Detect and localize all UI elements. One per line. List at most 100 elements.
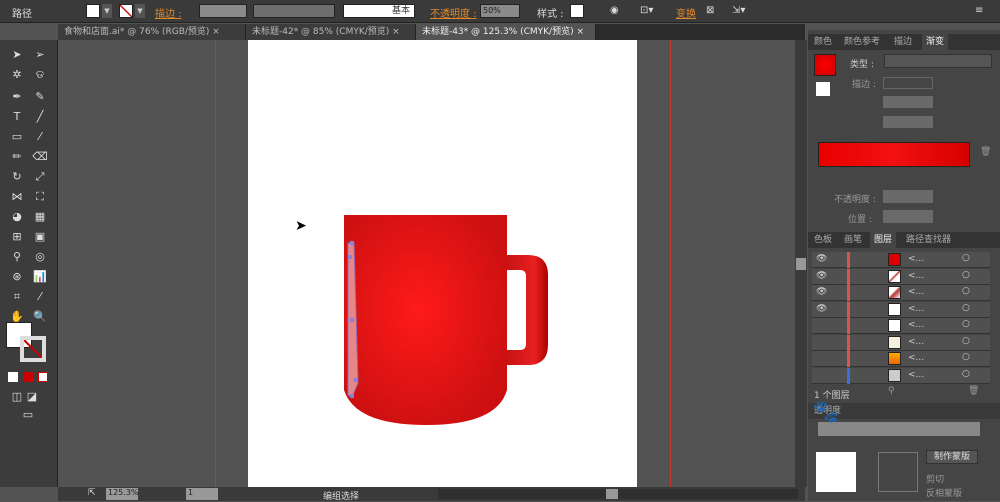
make-mask-button[interactable]: 制作蒙版: [926, 450, 978, 464]
vertical-scrollbar[interactable]: [795, 40, 807, 487]
target-circle-icon[interactable]: ○: [962, 319, 970, 329]
current-tool[interactable]: 编组选择: [323, 489, 359, 502]
blend-tool-icon[interactable]: ◎: [32, 250, 48, 264]
tab-color-guide[interactable]: 颜色参考: [840, 34, 884, 50]
pen-tool-icon[interactable]: ✒: [9, 90, 25, 104]
scroll-thumb[interactable]: [606, 489, 618, 499]
layer-row[interactable]: 👁 <... ○: [812, 285, 990, 301]
gradient-preview[interactable]: [814, 54, 836, 76]
layer-row[interactable]: <... ○: [812, 367, 990, 384]
direct-selection-tool-icon[interactable]: ➢: [32, 48, 48, 62]
layer-name[interactable]: <...: [908, 271, 924, 281]
layer-name[interactable]: <...: [908, 304, 924, 314]
target-circle-icon[interactable]: ○: [962, 352, 970, 362]
color-mode-button[interactable]: [8, 372, 18, 382]
stop-position-field[interactable]: [883, 210, 933, 223]
tab-swatches[interactable]: 色板: [810, 232, 836, 248]
layer-row[interactable]: 👁 <... ○: [812, 268, 990, 285]
tab-color[interactable]: 颜色: [810, 34, 836, 50]
visibility-eye-icon[interactable]: 👁: [816, 304, 827, 314]
panel-menu-icon[interactable]: ≡: [975, 5, 983, 16]
visibility-eye-icon[interactable]: 👁: [816, 271, 827, 281]
artboard-number-field[interactable]: 1: [186, 488, 218, 500]
isolate-icon[interactable]: ⊠: [706, 5, 714, 16]
target-circle-icon[interactable]: ○: [962, 270, 970, 280]
paintbrush-icon[interactable]: ⁄: [32, 130, 48, 144]
rectangle-tool-icon[interactable]: ▭: [9, 130, 25, 144]
tab-layers[interactable]: 图层: [870, 232, 897, 248]
stroke-dropdown[interactable]: ▼: [135, 4, 145, 18]
none-mode-button[interactable]: [38, 372, 48, 382]
draw-behind-icon[interactable]: ◪: [24, 390, 40, 404]
artboard-tool-icon[interactable]: ⌗: [9, 290, 25, 304]
fill-dropdown[interactable]: ▼: [102, 4, 112, 18]
width-tool-icon[interactable]: ⋈: [9, 190, 25, 204]
layer-name[interactable]: <...: [908, 370, 924, 380]
document-tab[interactable]: 食物和店面.ai* @ 76% (RGB/预览) ×: [58, 24, 246, 40]
visibility-eye-icon[interactable]: 👁: [816, 254, 827, 264]
tab-gradient[interactable]: 渐变: [922, 34, 949, 50]
stroke-weight-field[interactable]: [199, 4, 247, 18]
document-tab-active[interactable]: 未标题-43* @ 125.3% (CMYK/预览) ×: [416, 24, 596, 40]
magic-wand-icon[interactable]: ✲: [9, 68, 25, 82]
stroke-label[interactable]: 描边 :: [155, 5, 182, 20]
graph-tool-icon[interactable]: 📊: [32, 270, 48, 284]
layer-row[interactable]: <... ○: [812, 351, 990, 367]
fill-swatch[interactable]: [86, 4, 100, 18]
type-tool-icon[interactable]: T: [9, 110, 25, 124]
zoom-field[interactable]: 125.3%: [106, 488, 139, 500]
layer-name[interactable]: <...: [908, 337, 924, 347]
layer-row[interactable]: <... ○: [812, 334, 990, 351]
layer-name[interactable]: <...: [908, 287, 924, 297]
gradient-slider[interactable]: [818, 142, 970, 167]
delete-layer-icon[interactable]: 🗑: [968, 386, 979, 396]
gradient-tool-icon[interactable]: ▣: [32, 230, 48, 244]
selection-tool-icon[interactable]: ➤: [9, 48, 25, 62]
mask-thumbnail[interactable]: [878, 452, 918, 492]
tab-brushes[interactable]: 画笔: [840, 232, 866, 248]
layer-name[interactable]: <...: [908, 320, 924, 330]
line-tool-icon[interactable]: ╱: [32, 110, 48, 124]
recolor-icon[interactable]: ◉: [610, 5, 619, 16]
target-circle-icon[interactable]: ○: [962, 286, 970, 296]
layer-row[interactable]: 👁 <... ○: [812, 301, 990, 318]
eraser-icon[interactable]: ⌫: [32, 150, 48, 164]
horizontal-scrollbar[interactable]: [438, 489, 798, 499]
scale-icon[interactable]: ⤢: [32, 170, 48, 184]
stroke-color[interactable]: [20, 336, 46, 362]
draw-mode-icon[interactable]: ◫: [9, 390, 25, 404]
tab-stroke[interactable]: 描边: [890, 34, 916, 50]
locate-object-icon[interactable]: ⚲: [888, 386, 895, 396]
transparency-opacity-field[interactable]: [818, 422, 980, 436]
stroke-swatch[interactable]: [119, 4, 133, 18]
gradient-type-select[interactable]: [884, 54, 992, 68]
free-transform-icon[interactable]: ⛶: [32, 190, 48, 204]
mug-artwork[interactable]: ➤: [248, 40, 637, 487]
stroke-profile-select[interactable]: 基本: [343, 4, 415, 18]
eyedropper-icon[interactable]: ⚲: [9, 250, 25, 264]
gradient-mode-button[interactable]: [23, 372, 33, 382]
target-circle-icon[interactable]: ○: [962, 369, 970, 379]
variable-width-field[interactable]: [253, 4, 335, 18]
curvature-tool-icon[interactable]: ✎: [32, 90, 48, 104]
screen-mode-icon[interactable]: ▭: [20, 408, 36, 422]
target-circle-icon[interactable]: ○: [962, 303, 970, 313]
visibility-eye-icon[interactable]: 👁: [816, 287, 827, 297]
select-similar-icon[interactable]: ⇲▾: [732, 5, 745, 16]
fill-swatch-small[interactable]: [816, 82, 830, 96]
align-icon[interactable]: ⊡▾: [640, 5, 653, 16]
stroke-gradient-options[interactable]: [883, 77, 933, 89]
aspect-ratio-field[interactable]: [883, 116, 933, 128]
close-icon[interactable]: ×: [576, 27, 584, 37]
clip-checkbox[interactable]: 剪切: [926, 472, 944, 485]
lasso-icon[interactable]: ଡ: [32, 68, 48, 82]
tab-pathfinder[interactable]: 路径查找器: [902, 232, 955, 248]
zoom-tool-icon[interactable]: 🔍: [32, 310, 48, 324]
layer-name[interactable]: <...: [908, 353, 924, 363]
symbol-sprayer-icon[interactable]: ⊛: [9, 270, 25, 284]
style-swatch[interactable]: [570, 4, 584, 18]
transform-link[interactable]: 变换: [676, 5, 696, 20]
document-tab[interactable]: 未标题-42* @ 85% (CMYK/预览) ×: [246, 24, 416, 40]
slice-tool-icon[interactable]: ⁄: [32, 290, 48, 304]
opacity-field[interactable]: 50%: [480, 4, 520, 18]
